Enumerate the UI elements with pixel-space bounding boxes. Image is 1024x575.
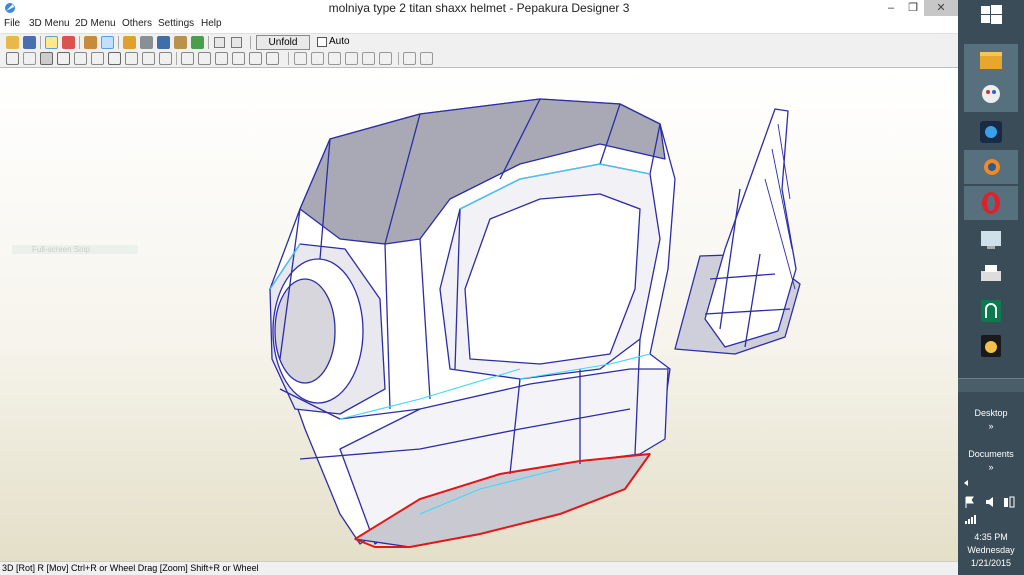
menu-others[interactable]: Others [122, 18, 152, 29]
opera-icon[interactable] [975, 188, 1007, 218]
flap-icon[interactable] [74, 52, 87, 65]
desktop-toolbar-label[interactable]: Desktop [958, 408, 1024, 418]
menu-3d[interactable]: 3D Menu [29, 18, 70, 29]
grid-icon[interactable] [198, 52, 211, 65]
join-icon[interactable] [40, 52, 53, 65]
open-icon[interactable] [6, 36, 19, 49]
file-explorer-icon[interactable] [975, 45, 1007, 75]
auto-label: Auto [329, 36, 350, 47]
align-middle-icon[interactable] [362, 52, 375, 65]
tray-expand-icon[interactable] [962, 478, 970, 488]
pepakura-window: molniya type 2 titan shaxx helmet - Pepa… [0, 0, 958, 575]
helmet-mesh [269, 98, 801, 548]
menu-bar: File 3D Menu 2D Menu Others Settings Hel… [0, 17, 958, 32]
fold-view-icon[interactable] [101, 36, 114, 49]
paint-icon[interactable] [975, 80, 1007, 110]
cylinder-icon[interactable] [140, 36, 153, 49]
align-left-icon[interactable] [294, 52, 307, 65]
export-icon[interactable] [266, 52, 279, 65]
close-button[interactable]: ✕ [924, 0, 958, 16]
select-icon[interactable] [191, 36, 204, 49]
status-bar: 3D [Rot] R [Mov] Ctrl+R or Wheel Drag [Z… [0, 561, 958, 575]
undo-icon[interactable] [142, 52, 155, 65]
move-part-icon[interactable] [108, 52, 121, 65]
control-panel-icon[interactable] [975, 225, 1007, 255]
rotate-part-icon[interactable] [91, 52, 104, 65]
flip-icon[interactable] [125, 52, 138, 65]
redo-icon[interactable] [159, 52, 172, 65]
windows-start-icon[interactable] [958, 0, 1024, 30]
auto-checkbox[interactable] [317, 37, 327, 47]
clock-time[interactable]: 4:35 PM [958, 532, 1024, 542]
desktop-chevron-icon[interactable]: » [958, 421, 1024, 431]
clock-date: 1/21/2015 [970, 558, 1012, 568]
save-icon[interactable] [23, 36, 36, 49]
page-icon[interactable] [215, 52, 228, 65]
anchor-icon[interactable] [157, 36, 170, 49]
documents-chevron-icon[interactable]: » [958, 462, 1024, 472]
network-signal-icon[interactable] [964, 514, 978, 524]
split-window-icon[interactable] [231, 37, 242, 48]
3d-viewport[interactable]: Full-screen Snip [0, 69, 958, 561]
texture-icon[interactable] [84, 36, 97, 49]
search-icon[interactable] [403, 52, 416, 65]
window-title: molniya type 2 titan shaxx helmet - Pepa… [328, 1, 630, 15]
color-cube-icon[interactable] [62, 36, 75, 49]
fullscreen-snip-hint: Full-screen Snip [12, 245, 138, 254]
windows-taskbar: Desktop » Documents » 4:35 PM Wednesday … [958, 0, 1024, 575]
clock-day: Wednesday [967, 545, 1015, 555]
align-center-icon[interactable] [311, 52, 324, 65]
app-yellow-icon[interactable] [975, 331, 1007, 361]
main-toolbar: Unfold Auto [0, 33, 958, 50]
zoom-icon[interactable] [420, 52, 433, 65]
lightbulb-icon[interactable] [45, 36, 58, 49]
shape-icon[interactable] [174, 36, 187, 49]
media-icon[interactable] [975, 117, 1007, 147]
edit-toolbar [0, 50, 958, 68]
documents-toolbar-label[interactable]: Documents [958, 449, 1024, 459]
taskbar-scrollbar[interactable] [958, 378, 1024, 392]
maximize-button[interactable]: ❐ [900, 0, 926, 16]
app-green-icon[interactable] [975, 296, 1007, 326]
blender-icon[interactable] [975, 152, 1007, 182]
pencil-icon[interactable] [123, 36, 136, 49]
print-icon[interactable] [249, 52, 262, 65]
align-top-icon[interactable] [345, 52, 358, 65]
menu-help[interactable]: Help [201, 18, 222, 29]
tray-icons[interactable] [964, 495, 1020, 509]
zoom-fit-icon[interactable] [181, 52, 194, 65]
unfold-button[interactable]: Unfold [256, 35, 310, 50]
pointer-icon[interactable] [23, 52, 36, 65]
align-right-icon[interactable] [328, 52, 341, 65]
align-bottom-icon[interactable] [379, 52, 392, 65]
select-area-icon[interactable] [6, 52, 19, 65]
layout-icon[interactable] [232, 52, 245, 65]
printer-icon[interactable] [975, 260, 1007, 290]
single-window-icon[interactable] [214, 37, 225, 48]
disconnect-icon[interactable] [57, 52, 70, 65]
title-bar: molniya type 2 titan shaxx helmet - Pepa… [0, 0, 958, 17]
menu-2d[interactable]: 2D Menu [75, 18, 116, 29]
menu-settings[interactable]: Settings [158, 18, 194, 29]
menu-file[interactable]: File [4, 18, 20, 29]
